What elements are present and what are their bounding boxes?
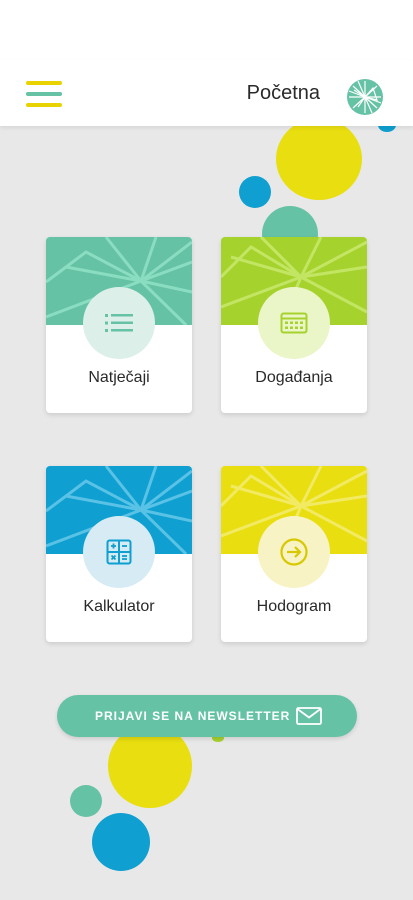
hamburger-menu-icon[interactable]	[26, 81, 62, 109]
app-header: Početna	[0, 60, 413, 126]
calculator-icon	[106, 539, 132, 565]
decor-bubble-teal-bottom	[70, 785, 102, 817]
decor-bubble-yellow-top	[276, 118, 362, 200]
card-icon-circle	[258, 287, 330, 359]
decor-bubble-blue-mid	[239, 176, 271, 208]
page-title: Početna	[246, 82, 320, 104]
card-label: Natječaji	[88, 369, 150, 386]
newsletter-signup-button[interactable]: PRIJAVI SE NA NEWSLETTER	[57, 695, 357, 737]
newsletter-label: PRIJAVI SE NA NEWSLETTER	[95, 709, 291, 723]
network-globe-logo[interactable]	[346, 78, 384, 116]
card-label: Hodogram	[256, 598, 332, 615]
card-label: Kalkulator	[83, 598, 155, 615]
card-kalkulator[interactable]: Kalkulator	[46, 466, 192, 642]
decor-bubble-blue-bottom	[92, 813, 150, 871]
arrow-right-circle-icon	[280, 538, 308, 566]
mail-icon	[296, 707, 322, 725]
card-icon-circle	[258, 516, 330, 588]
card-hodogram[interactable]: Hodogram	[221, 466, 367, 642]
calendar-icon	[280, 312, 308, 334]
card-icon-circle	[83, 287, 155, 359]
card-label: Događanja	[255, 369, 333, 386]
status-bar-area	[0, 0, 413, 60]
card-dogadanja[interactable]: Događanja	[221, 237, 367, 413]
card-icon-circle	[83, 516, 155, 588]
list-icon	[105, 314, 133, 332]
card-natjecaji[interactable]: Natječaji	[46, 237, 192, 413]
